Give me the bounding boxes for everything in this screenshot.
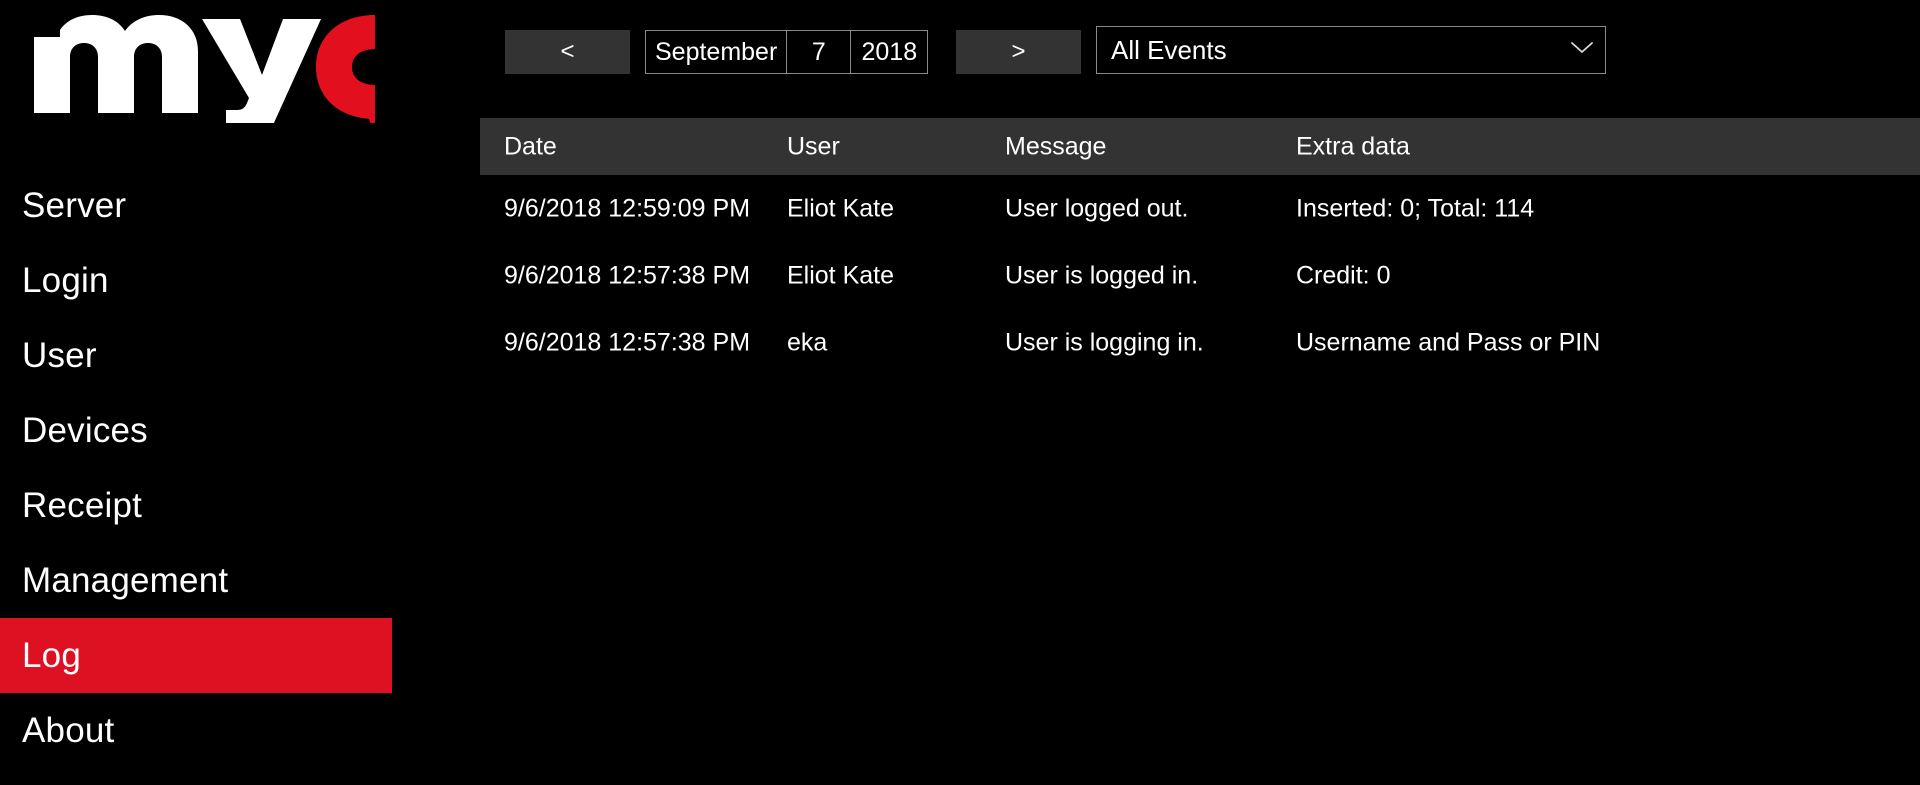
column-header-message[interactable]: Message	[1005, 134, 1106, 159]
sidebar-item-label: About	[22, 711, 115, 750]
myq-logo	[30, 8, 450, 128]
table-body: 9/6/2018 12:59:09 PM Eliot Kate User log…	[480, 175, 1920, 785]
cell-date: 9/6/2018 12:57:38 PM	[504, 328, 751, 356]
cell-user: Eliot Kate	[787, 194, 895, 222]
sidebar-item-login[interactable]: Login	[0, 243, 480, 318]
cell-message: User logged out.	[1005, 194, 1189, 222]
table-row[interactable]: 9/6/2018 12:57:38 PM eka User is logging…	[480, 309, 1920, 376]
table-row[interactable]: 9/6/2018 12:57:38 PM Eliot Kate User is …	[480, 242, 1920, 309]
cell-extra-data: Inserted: 0; Total: 114	[1296, 194, 1535, 222]
column-header-extra-data[interactable]: Extra data	[1296, 134, 1410, 159]
sidebar-item-user[interactable]: User	[0, 318, 480, 393]
app-root: Server Login User Devices Receipt Manage…	[0, 0, 1920, 785]
cell-message: User is logged in.	[1005, 261, 1199, 289]
sidebar-item-label: Login	[22, 261, 109, 300]
sidebar-item-label: Management	[22, 561, 229, 600]
cell-user: eka	[787, 328, 828, 356]
sidebar-item-log[interactable]: Log	[0, 618, 392, 693]
sidebar-item-label: Receipt	[22, 486, 143, 525]
sidebar-item-label: User	[22, 336, 97, 375]
column-header-date[interactable]: Date	[504, 134, 557, 159]
table-row[interactable]: 9/6/2018 12:59:09 PM Eliot Kate User log…	[480, 175, 1920, 242]
cell-user: Eliot Kate	[787, 261, 895, 289]
column-header-user[interactable]: User	[787, 134, 840, 159]
sidebar-item-label: Devices	[22, 411, 148, 450]
sidebar-item-server[interactable]: Server	[0, 168, 480, 243]
sidebar-item-devices[interactable]: Devices	[0, 393, 480, 468]
sidebar: Server Login User Devices Receipt Manage…	[0, 0, 480, 785]
sidebar-item-receipt[interactable]: Receipt	[0, 468, 480, 543]
cell-message: User is logging in.	[1005, 328, 1204, 356]
table-header-row: Date User Message Extra data	[480, 118, 1920, 175]
sidebar-item-label: Server	[22, 186, 127, 225]
cell-extra-data: Username and Pass or PIN	[1296, 328, 1601, 356]
sidebar-nav: Server Login User Devices Receipt Manage…	[0, 168, 480, 768]
log-table: Date User Message Extra data 9/6/2018 12…	[480, 0, 1920, 785]
cell-date: 9/6/2018 12:57:38 PM	[504, 261, 751, 289]
sidebar-item-management[interactable]: Management	[0, 543, 480, 618]
sidebar-item-label: Log	[22, 636, 81, 675]
sidebar-item-about[interactable]: About	[0, 693, 480, 768]
cell-date: 9/6/2018 12:59:09 PM	[504, 194, 751, 222]
cell-extra-data: Credit: 0	[1296, 261, 1391, 289]
